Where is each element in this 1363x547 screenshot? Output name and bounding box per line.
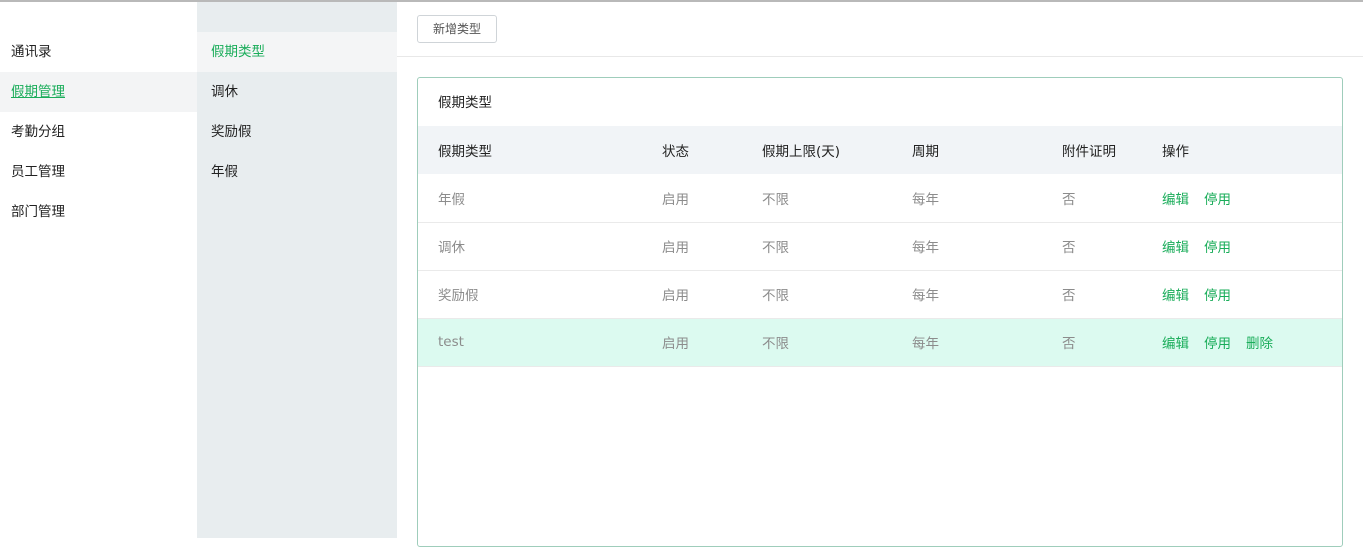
panel-title: 假期类型 [438,95,492,111]
sidebar-item-department-management[interactable]: 部门管理 [0,192,197,232]
column-header-attachment: 附件证明 [1062,144,1116,160]
sidebar-item-contacts[interactable]: 通讯录 [0,32,197,72]
delete-link[interactable]: 删除 [1246,336,1273,352]
disable-link[interactable]: 停用 [1204,192,1231,208]
subnav-item-leave-types[interactable]: 假期类型 [197,32,397,72]
edit-link[interactable]: 编辑 [1162,336,1189,352]
cell-period: 每年 [912,336,939,352]
cell-type: 奖励假 [438,288,479,304]
cell-type: 年假 [438,191,465,208]
subnav-item-reward-leave[interactable]: 奖励假 [197,112,397,152]
column-header-actions: 操作 [1162,144,1189,160]
cell-type: 调休 [438,240,465,256]
table-header-row: 假期类型 状态 假期上限(天) 周期 附件证明 操作 [418,126,1342,174]
disable-link[interactable]: 停用 [1204,288,1231,304]
cell-status: 启用 [662,336,689,352]
cell-attachment: 否 [1062,336,1076,352]
cell-actions: 编辑 停用 删除 [1162,318,1342,366]
column-header-type: 假期类型 [438,144,492,160]
sidebar-item-employee-management[interactable]: 员工管理 [0,152,197,192]
main-content: 新增类型 假期类型 假期类型 状态 假期上限(天) 周期 附件证明 操作 年假 … [397,2,1363,547]
column-header-period: 周期 [912,144,939,160]
add-type-button[interactable]: 新增类型 [417,15,497,43]
subnav-item-compensatory-leave[interactable]: 调休 [197,72,397,112]
cell-status: 启用 [662,288,689,304]
disable-link[interactable]: 停用 [1204,240,1231,256]
cell-period: 每年 [912,240,939,256]
cell-attachment: 否 [1062,240,1076,256]
leave-types-table: 假期类型 状态 假期上限(天) 周期 附件证明 操作 年假 启用 不限 每年 否… [418,126,1342,367]
cell-actions: 编辑 停用 [1162,222,1342,270]
edit-link[interactable]: 编辑 [1162,288,1189,304]
cell-period: 每年 [912,191,939,208]
disable-link[interactable]: 停用 [1204,336,1231,352]
cell-limit: 不限 [762,240,789,256]
cell-limit: 不限 [762,288,789,304]
cell-actions: 编辑 停用 [1162,270,1342,318]
table-row: 奖励假 启用 不限 每年 否 编辑 停用 [418,270,1342,318]
cell-type: test [438,334,464,350]
table-row: 年假 启用 不限 每年 否 编辑 停用 [418,174,1342,222]
cell-status: 启用 [662,191,689,208]
sidebar-item-attendance-groups[interactable]: 考勤分组 [0,112,197,152]
edit-link[interactable]: 编辑 [1162,240,1189,256]
sub-sidebar: 假期类型 调休 奖励假 年假 [197,2,397,538]
cell-actions: 编辑 停用 [1162,174,1342,222]
table-row: 调休 启用 不限 每年 否 编辑 停用 [418,222,1342,270]
column-header-limit: 假期上限(天) [762,144,841,160]
sidebar-item-leave-management[interactable]: 假期管理 [0,72,197,112]
cell-attachment: 否 [1062,191,1076,208]
main-sidebar: 通讯录 假期管理 考勤分组 员工管理 部门管理 [0,2,197,538]
cell-limit: 不限 [762,336,789,352]
column-header-status: 状态 [662,144,689,160]
toolbar: 新增类型 [397,2,1363,57]
cell-status: 启用 [662,240,689,256]
cell-period: 每年 [912,288,939,304]
cell-attachment: 否 [1062,288,1076,304]
leave-types-panel: 假期类型 假期类型 状态 假期上限(天) 周期 附件证明 操作 年假 启用 不限… [417,77,1343,547]
edit-link[interactable]: 编辑 [1162,192,1189,208]
table-row: test 启用 不限 每年 否 编辑 停用 删除 [418,318,1342,366]
subnav-item-annual-leave[interactable]: 年假 [197,152,397,192]
cell-limit: 不限 [762,191,789,208]
